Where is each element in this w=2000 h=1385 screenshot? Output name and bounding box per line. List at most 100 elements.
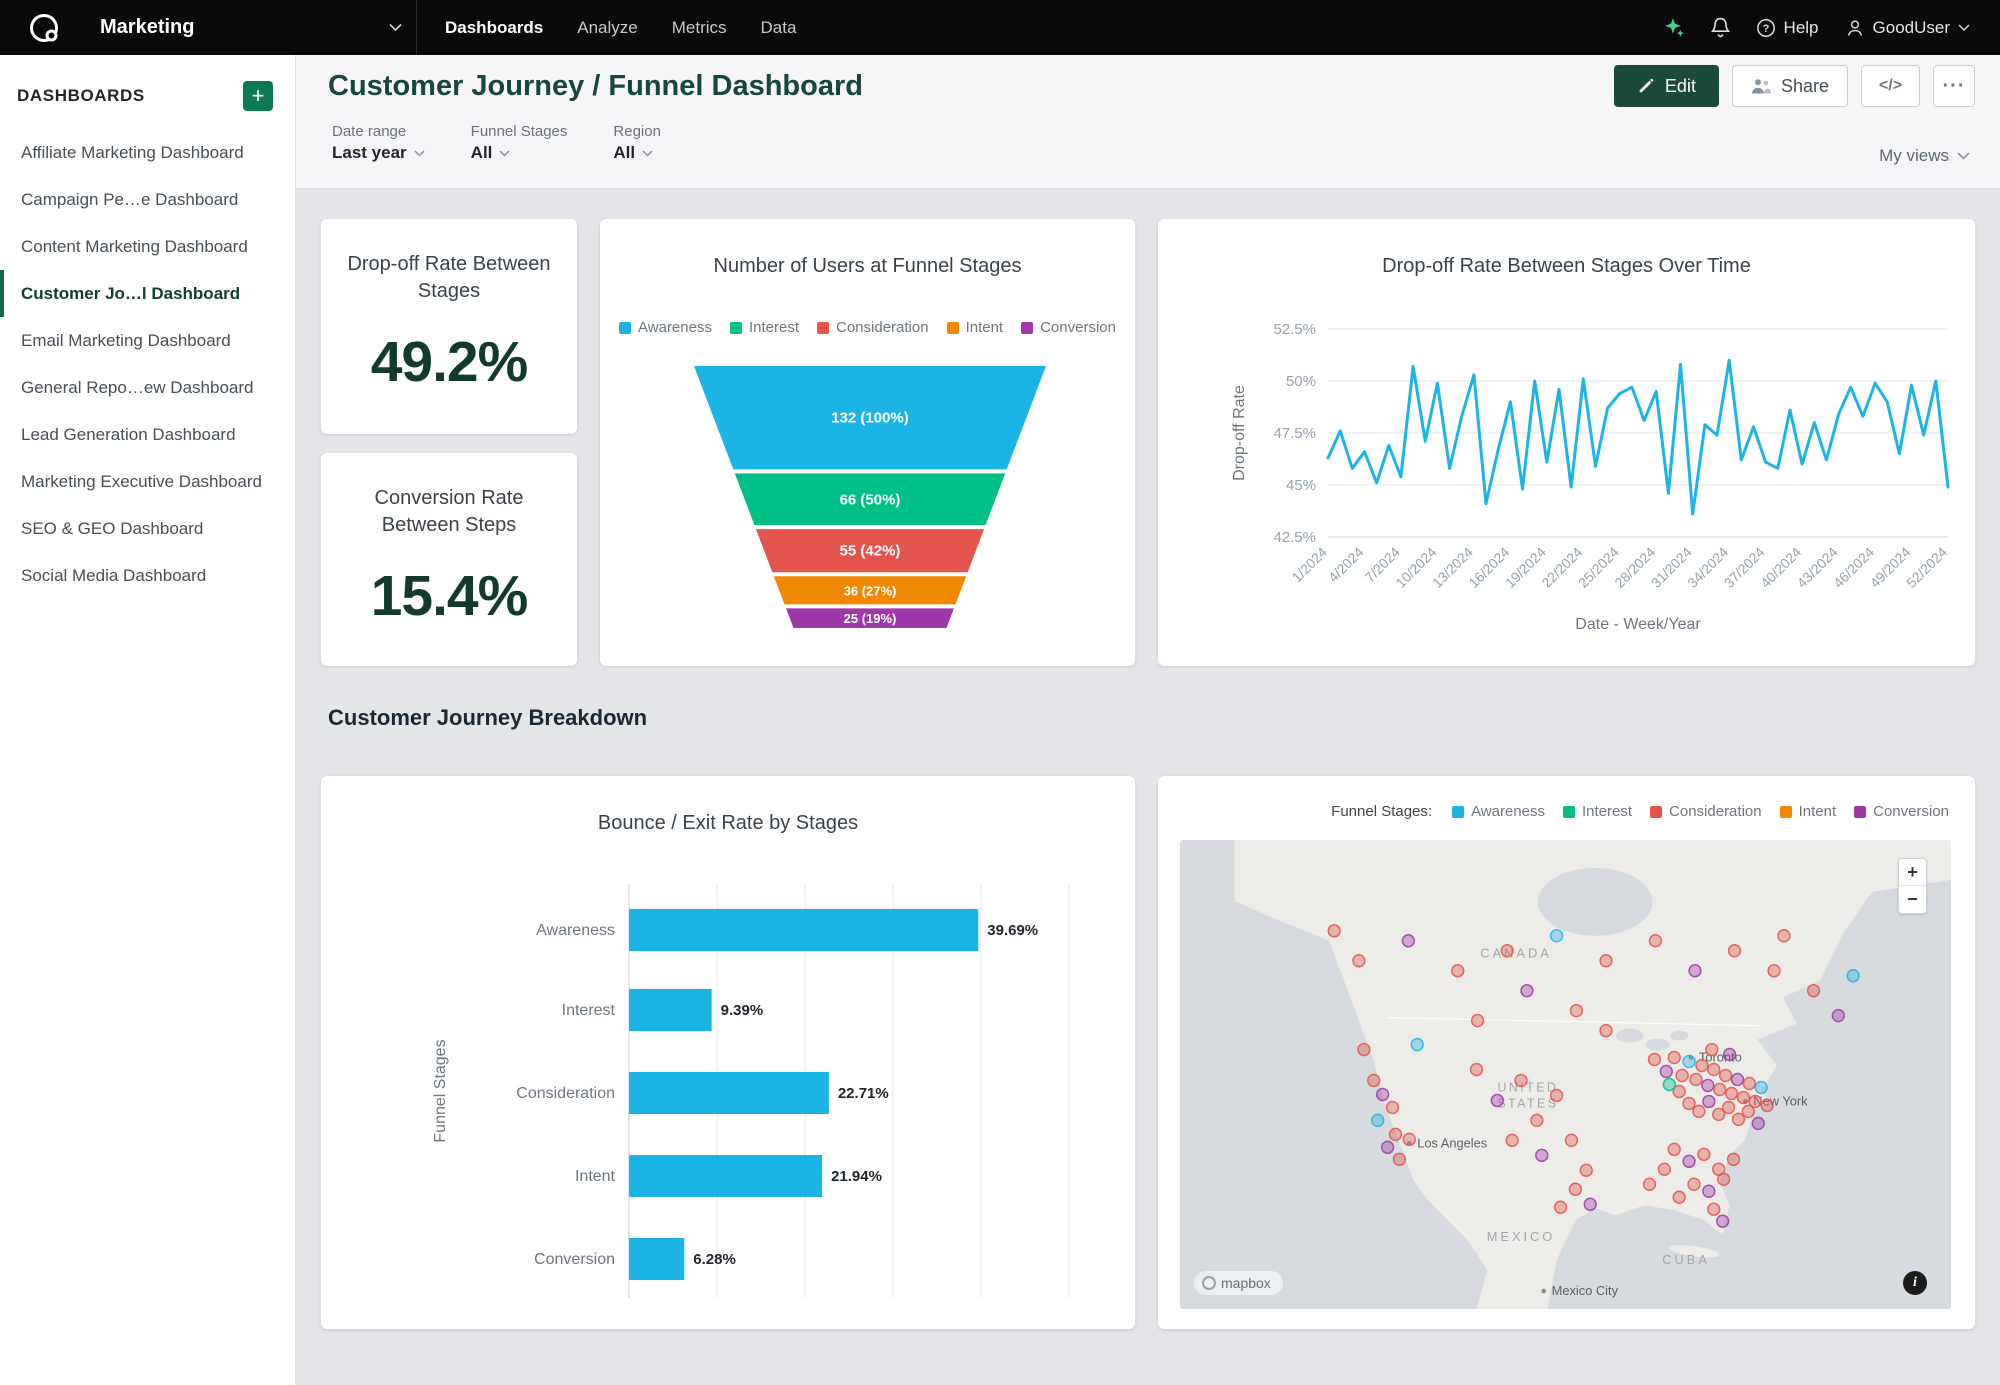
share-button[interactable]: Share	[1732, 65, 1848, 107]
svg-text:Conversion: Conversion	[534, 1251, 615, 1268]
svg-text:36 (27%): 36 (27%)	[844, 583, 897, 598]
filter-value: All	[613, 143, 635, 163]
my-views-label: My views	[1879, 146, 1949, 166]
help-menu[interactable]: ? Help	[1756, 18, 1819, 38]
chevron-down-icon	[1958, 24, 1970, 32]
sidebar-item-affiliate-marketing[interactable]: Affiliate Marketing Dashboard	[0, 129, 295, 176]
legend-label: Consideration	[1669, 803, 1762, 820]
svg-text:CUBA: CUBA	[1662, 1252, 1710, 1267]
app-logo	[28, 12, 60, 44]
kpi-dropoff-rate: Drop-off Rate Between Stages 49.2%	[321, 219, 577, 434]
svg-text:52.5%: 52.5%	[1273, 321, 1316, 338]
edit-button[interactable]: Edit	[1614, 65, 1719, 107]
svg-text:Date - Week/Year: Date - Week/Year	[1575, 616, 1701, 633]
workspace-selector[interactable]: Marketing	[0, 0, 417, 55]
legend-label: Conversion	[1873, 803, 1949, 820]
sidebar-title: DASHBOARDS	[17, 86, 145, 106]
svg-text:50%: 50%	[1286, 373, 1316, 390]
legend-swatch	[1563, 806, 1575, 818]
kpi-value: 15.4%	[371, 563, 528, 629]
svg-text:47.5%: 47.5%	[1273, 425, 1316, 442]
dashboard-list: Affiliate Marketing Dashboard Campaign P…	[0, 129, 295, 599]
filter-funnel-stages[interactable]: Funnel Stages All	[471, 123, 568, 163]
legend-label: Awareness	[1471, 803, 1545, 820]
mapbox-logo-icon	[1202, 1276, 1216, 1290]
dropoff-line-chart-card: Drop-off Rate Between Stages Over Time 4…	[1158, 219, 1975, 666]
svg-text:6.28%: 6.28%	[693, 1251, 736, 1268]
dashboards-sidebar: DASHBOARDS + Affiliate Marketing Dashboa…	[0, 55, 296, 1385]
svg-text:MEXICO: MEXICO	[1487, 1229, 1555, 1244]
my-views-selector[interactable]: My views	[1879, 146, 1970, 166]
svg-text:Mexico City: Mexico City	[1552, 1283, 1619, 1298]
svg-text:Funnel Stages: Funnel Stages	[432, 1039, 449, 1142]
funnel-chart: 132 (100%)66 (50%)55 (42%)36 (27%)25 (19…	[600, 219, 1135, 666]
legend-item-interest[interactable]: Interest	[1563, 803, 1632, 820]
chevron-down-icon	[642, 150, 653, 157]
filter-label: Funnel Stages	[471, 123, 568, 140]
user-menu[interactable]: GoodUser	[1845, 18, 1970, 38]
section-title: Customer Journey Breakdown	[328, 705, 647, 731]
header-actions: Edit Share </> ···	[1614, 65, 1975, 107]
map-legend-title: Funnel Stages:	[1331, 803, 1432, 820]
svg-text:Los Angeles: Los Angeles	[1417, 1135, 1487, 1150]
legend-item-awareness[interactable]: Awareness	[1452, 803, 1545, 820]
mapbox-attribution[interactable]: mapbox	[1194, 1271, 1283, 1295]
map-legend: Funnel Stages: Awareness Interest Consider…	[1331, 803, 1949, 820]
svg-text:22.71%: 22.71%	[838, 1085, 889, 1102]
zoom-in-button[interactable]: +	[1899, 859, 1926, 886]
top-navigation: Dashboards Analyze Metrics Data	[445, 18, 796, 38]
zoom-out-button[interactable]: −	[1899, 886, 1926, 913]
svg-text:1/2024: 1/2024	[1289, 544, 1331, 586]
kpi-title: Conversion Rate Between Steps	[342, 485, 557, 539]
legend-item-conversion[interactable]: Conversion	[1854, 803, 1949, 820]
legend-label: Interest	[1582, 803, 1632, 820]
svg-text:9.39%: 9.39%	[721, 1002, 764, 1019]
sidebar-item-marketing-executive[interactable]: Marketing Executive Dashboard	[0, 458, 295, 505]
bar-awareness	[629, 909, 978, 951]
filter-bar: Date range Last year Funnel Stages All R…	[296, 117, 2000, 189]
svg-text:Consideration: Consideration	[516, 1085, 615, 1102]
sidebar-item-social-media[interactable]: Social Media Dashboard	[0, 552, 295, 599]
sidebar-item-customer-journey[interactable]: Customer Jo…l Dashboard	[0, 270, 295, 317]
nav-dashboards[interactable]: Dashboards	[445, 18, 543, 38]
filter-label: Region	[613, 123, 661, 140]
embed-button[interactable]: </>	[1861, 65, 1920, 107]
filter-region[interactable]: Region All	[613, 123, 661, 163]
pencil-icon	[1637, 77, 1655, 95]
nav-analyze[interactable]: Analyze	[577, 18, 637, 38]
svg-text:4/2024: 4/2024	[1325, 544, 1367, 586]
svg-text:39.69%: 39.69%	[987, 922, 1038, 939]
add-dashboard-button[interactable]: +	[243, 81, 273, 111]
bar-consideration	[629, 1072, 829, 1114]
page-title: Customer Journey / Funnel Dashboard	[328, 70, 863, 103]
ai-sparkle-icon[interactable]	[1663, 17, 1685, 39]
svg-text:STATES: STATES	[1497, 1096, 1558, 1110]
sidebar-item-general-report[interactable]: General Repo…ew Dashboard	[0, 364, 295, 411]
map-zoom-controls: + −	[1898, 858, 1927, 914]
sidebar-item-campaign-performance[interactable]: Campaign Pe…e Dashboard	[0, 176, 295, 223]
geo-map-card: Funnel Stages: Awareness Interest Consider…	[1158, 776, 1975, 1329]
nav-data[interactable]: Data	[761, 18, 797, 38]
workspace-name: Marketing	[100, 16, 194, 39]
svg-text:Interest: Interest	[562, 1002, 616, 1019]
sidebar-item-seo-geo[interactable]: SEO & GEO Dashboard	[0, 505, 295, 552]
more-options-button[interactable]: ···	[1933, 65, 1975, 107]
bounce-rate-bar-chart-card: Bounce / Exit Rate by Stages Awareness39…	[321, 776, 1135, 1329]
kpi-value: 49.2%	[371, 329, 528, 395]
bar-conversion	[629, 1238, 684, 1280]
filter-date-range[interactable]: Date range Last year	[332, 123, 425, 163]
sidebar-item-content-marketing[interactable]: Content Marketing Dashboard	[0, 223, 295, 270]
legend-item-intent[interactable]: Intent	[1780, 803, 1837, 820]
legend-item-consideration[interactable]: Consideration	[1650, 803, 1762, 820]
share-users-icon	[1751, 78, 1772, 94]
nav-metrics[interactable]: Metrics	[672, 18, 727, 38]
sidebar-item-lead-generation[interactable]: Lead Generation Dashboard	[0, 411, 295, 458]
legend-swatch	[1854, 806, 1866, 818]
svg-text:25 (19%): 25 (19%)	[844, 611, 897, 626]
sidebar-item-email-marketing[interactable]: Email Marketing Dashboard	[0, 317, 295, 364]
svg-text:45%: 45%	[1286, 477, 1316, 494]
notifications-bell-icon[interactable]	[1711, 17, 1730, 38]
svg-text:42.5%: 42.5%	[1273, 529, 1316, 546]
map-canvas[interactable]: CANADAUNITEDSTATESMEXICOCUBATorontoNew Y…	[1180, 840, 1951, 1309]
map-info-button[interactable]: i	[1903, 1271, 1927, 1295]
